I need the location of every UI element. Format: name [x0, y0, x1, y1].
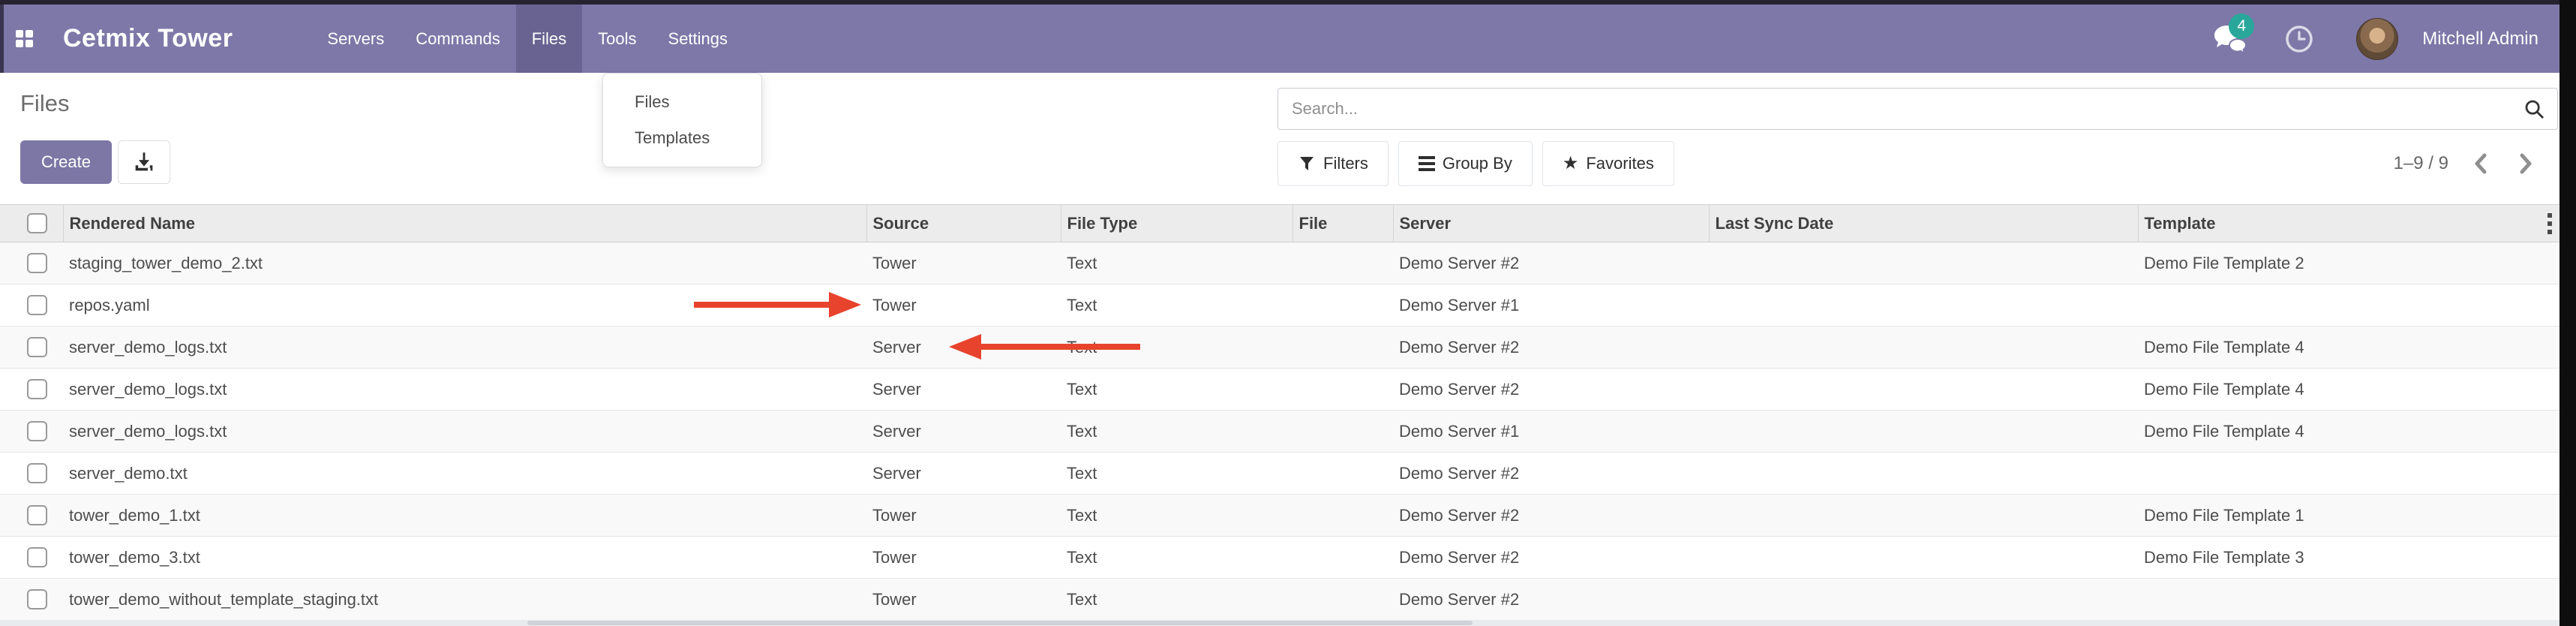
files-dropdown-menu: Files Templates	[602, 73, 762, 167]
horizontal-scrollbar-track	[0, 620, 2559, 626]
dropdown-item-files[interactable]: Files	[603, 84, 761, 120]
select-all-checkbox[interactable]	[27, 213, 47, 233]
clock-icon	[2284, 24, 2314, 54]
app-window: Cetmix Tower Servers Commands Files Tool…	[0, 0, 2576, 626]
column-header-server[interactable]: Server	[1393, 205, 1709, 242]
column-header-file-type[interactable]: File Type	[1061, 205, 1293, 242]
filters-button[interactable]: Filters	[1277, 141, 1389, 186]
window-left-edge	[0, 5, 4, 73]
favorites-button[interactable]: ★ Favorites	[1542, 141, 1674, 186]
table-row[interactable]: server_demo_logs.txtServer Text Demo Ser…	[0, 327, 2559, 369]
view-controls: Filters Group By ★ Favorites	[1277, 141, 1674, 186]
row-checkbox[interactable]	[27, 253, 47, 273]
top-navbar: Cetmix Tower Servers Commands Files Tool…	[0, 5, 2559, 73]
files-list-table: Rendered Name Source File Type File Serv…	[0, 204, 2559, 621]
pager-next-button[interactable]	[2513, 148, 2538, 179]
menu-item-settings[interactable]: Settings	[653, 5, 744, 73]
row-checkbox[interactable]	[27, 421, 47, 441]
filter-funnel-icon	[1298, 155, 1316, 173]
table-row[interactable]: server_demo_logs.txtServer Text Demo Ser…	[0, 369, 2559, 411]
window-top-edge	[0, 0, 2576, 5]
table-row[interactable]: tower_demo_3.txtTower Text Demo Server #…	[0, 537, 2559, 579]
brand-title: Cetmix Tower	[48, 5, 248, 73]
column-header-template[interactable]: Template	[2138, 205, 2559, 242]
apps-grid-icon	[16, 30, 33, 47]
menu-item-servers[interactable]: Servers	[311, 5, 400, 73]
row-checkbox[interactable]	[27, 547, 47, 567]
chevron-right-icon	[2517, 152, 2534, 175]
user-menu[interactable]: Mitchell Admin	[2422, 29, 2538, 50]
main-menu: Servers Commands Files Tools Settings	[311, 5, 743, 73]
group-by-label: Group By	[1443, 154, 1512, 173]
page-title: Files	[20, 90, 69, 117]
dropdown-item-templates[interactable]: Templates	[603, 120, 761, 156]
navbar-right: 4 Mitchell Admin	[2212, 5, 2559, 73]
search-box	[1277, 88, 2558, 130]
export-button[interactable]	[118, 140, 170, 184]
menu-item-commands[interactable]: Commands	[400, 5, 515, 73]
create-button[interactable]: Create	[20, 140, 112, 184]
search-input[interactable]	[1278, 99, 2511, 119]
menu-item-tools[interactable]: Tools	[582, 5, 652, 73]
column-header-last-sync-date[interactable]: Last Sync Date	[1709, 205, 2138, 242]
apps-menu-button[interactable]	[0, 5, 48, 73]
row-checkbox[interactable]	[27, 505, 47, 525]
table-row[interactable]: tower_demo_1.txtTower Text Demo Server #…	[0, 495, 2559, 537]
table-row[interactable]: server_demo.txtServer Text Demo Server #…	[0, 453, 2559, 495]
table-row[interactable]: server_demo_logs.txtServer Text Demo Ser…	[0, 411, 2559, 453]
activities-button[interactable]	[2284, 24, 2314, 54]
horizontal-scrollbar-thumb[interactable]	[527, 621, 1473, 625]
table-row[interactable]: staging_tower_demo_2.txtTower Text Demo …	[0, 242, 2559, 284]
row-checkbox[interactable]	[27, 295, 47, 315]
search-icon	[2523, 98, 2545, 120]
column-header-source[interactable]: Source	[866, 205, 1061, 242]
pager: 1–9 / 9	[2394, 141, 2538, 186]
row-checkbox[interactable]	[27, 589, 47, 609]
group-by-icon	[1419, 156, 1435, 171]
column-header-file[interactable]: File	[1293, 205, 1393, 242]
download-icon	[131, 149, 157, 175]
pager-previous-button[interactable]	[2468, 148, 2493, 179]
messages-count-badge: 4	[2229, 14, 2254, 39]
filters-label: Filters	[1323, 154, 1368, 173]
star-icon: ★	[1563, 155, 1579, 173]
chevron-left-icon	[2472, 152, 2489, 175]
table-header-row: Rendered Name Source File Type File Serv…	[0, 205, 2559, 242]
group-by-button[interactable]: Group By	[1398, 141, 1533, 186]
favorites-label: Favorites	[1586, 154, 1653, 173]
table-row[interactable]: tower_demo_without_template_staging.txtT…	[0, 579, 2559, 621]
messages-button[interactable]: 4	[2212, 23, 2251, 56]
row-checkbox[interactable]	[27, 337, 47, 357]
table-row[interactable]: repos.yamlTower Text Demo Server #1	[0, 284, 2559, 327]
window-right-edge	[2559, 0, 2576, 626]
row-checkbox[interactable]	[27, 379, 47, 399]
column-header-rendered-name[interactable]: Rendered Name	[63, 205, 866, 242]
row-checkbox[interactable]	[27, 463, 47, 483]
search-submit[interactable]	[2511, 98, 2557, 120]
avatar[interactable]	[2356, 18, 2398, 60]
pager-range: 1–9 / 9	[2394, 153, 2448, 174]
menu-item-files[interactable]: Files	[516, 5, 582, 73]
optional-columns-icon[interactable]	[2547, 213, 2552, 234]
